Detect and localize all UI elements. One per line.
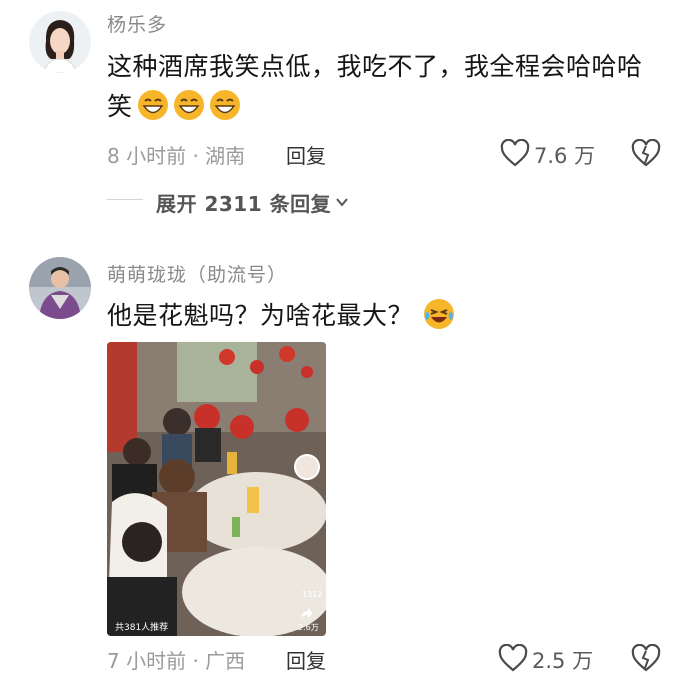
grin-emoji xyxy=(209,89,241,121)
comment-username[interactable]: 杨乐多 xyxy=(107,10,167,37)
like-button[interactable]: 2.5 万 xyxy=(498,643,594,676)
chevron-down-icon xyxy=(335,193,349,212)
comment-text: 这种酒席我笑点低，我吃不了，我全程会哈哈哈 笑 xyxy=(107,47,677,127)
comment-text: 他是花魁吗？为啥花最大？ xyxy=(107,296,455,336)
expand-replies-label: 展开 2311 条回复 xyxy=(156,192,332,216)
like-count: 7.6 万 xyxy=(534,144,596,168)
comment-time-location: 7 小时前 · 广西 xyxy=(107,649,246,673)
divider xyxy=(107,199,143,200)
expand-replies-button[interactable]: 展开 2311 条回复 xyxy=(156,188,349,217)
like-count: 2.5 万 xyxy=(532,649,594,673)
comment-time-location: 8 小时前 · 湖南 xyxy=(107,144,246,168)
banquet-photo-image xyxy=(107,342,326,636)
like-button[interactable]: 7.6 万 xyxy=(500,138,596,171)
laugh-cry-emoji xyxy=(423,298,455,330)
comment-photo[interactable]: 共381人推荐 1312 2.6万 xyxy=(107,342,326,636)
avatar-user-1[interactable] xyxy=(29,11,91,73)
dislike-icon[interactable] xyxy=(631,643,661,676)
comment-text-line1: 这种酒席我笑点低，我吃不了，我全程会哈哈哈 xyxy=(107,52,643,81)
heart-icon xyxy=(500,138,530,171)
share-icon xyxy=(300,604,314,623)
grin-emoji xyxy=(173,89,205,121)
comment-username[interactable]: 萌萌珑珑（助流号） xyxy=(107,260,287,287)
comment-text-body: 他是花魁吗？为啥花最大？ xyxy=(107,301,414,330)
avatar-user-2[interactable] xyxy=(29,257,91,319)
dislike-icon[interactable] xyxy=(631,138,661,171)
photo-recommend-badge: 共381人推荐 xyxy=(115,623,169,633)
reply-button[interactable]: 回复 xyxy=(286,140,326,169)
photo-count-1: 1312 xyxy=(302,590,323,599)
reply-button[interactable]: 回复 xyxy=(286,645,326,674)
heart-icon xyxy=(498,643,528,676)
comment-text-line2: 笑 xyxy=(107,92,133,121)
grin-emoji xyxy=(137,89,169,121)
photo-count-2: 2.6万 xyxy=(298,623,319,632)
